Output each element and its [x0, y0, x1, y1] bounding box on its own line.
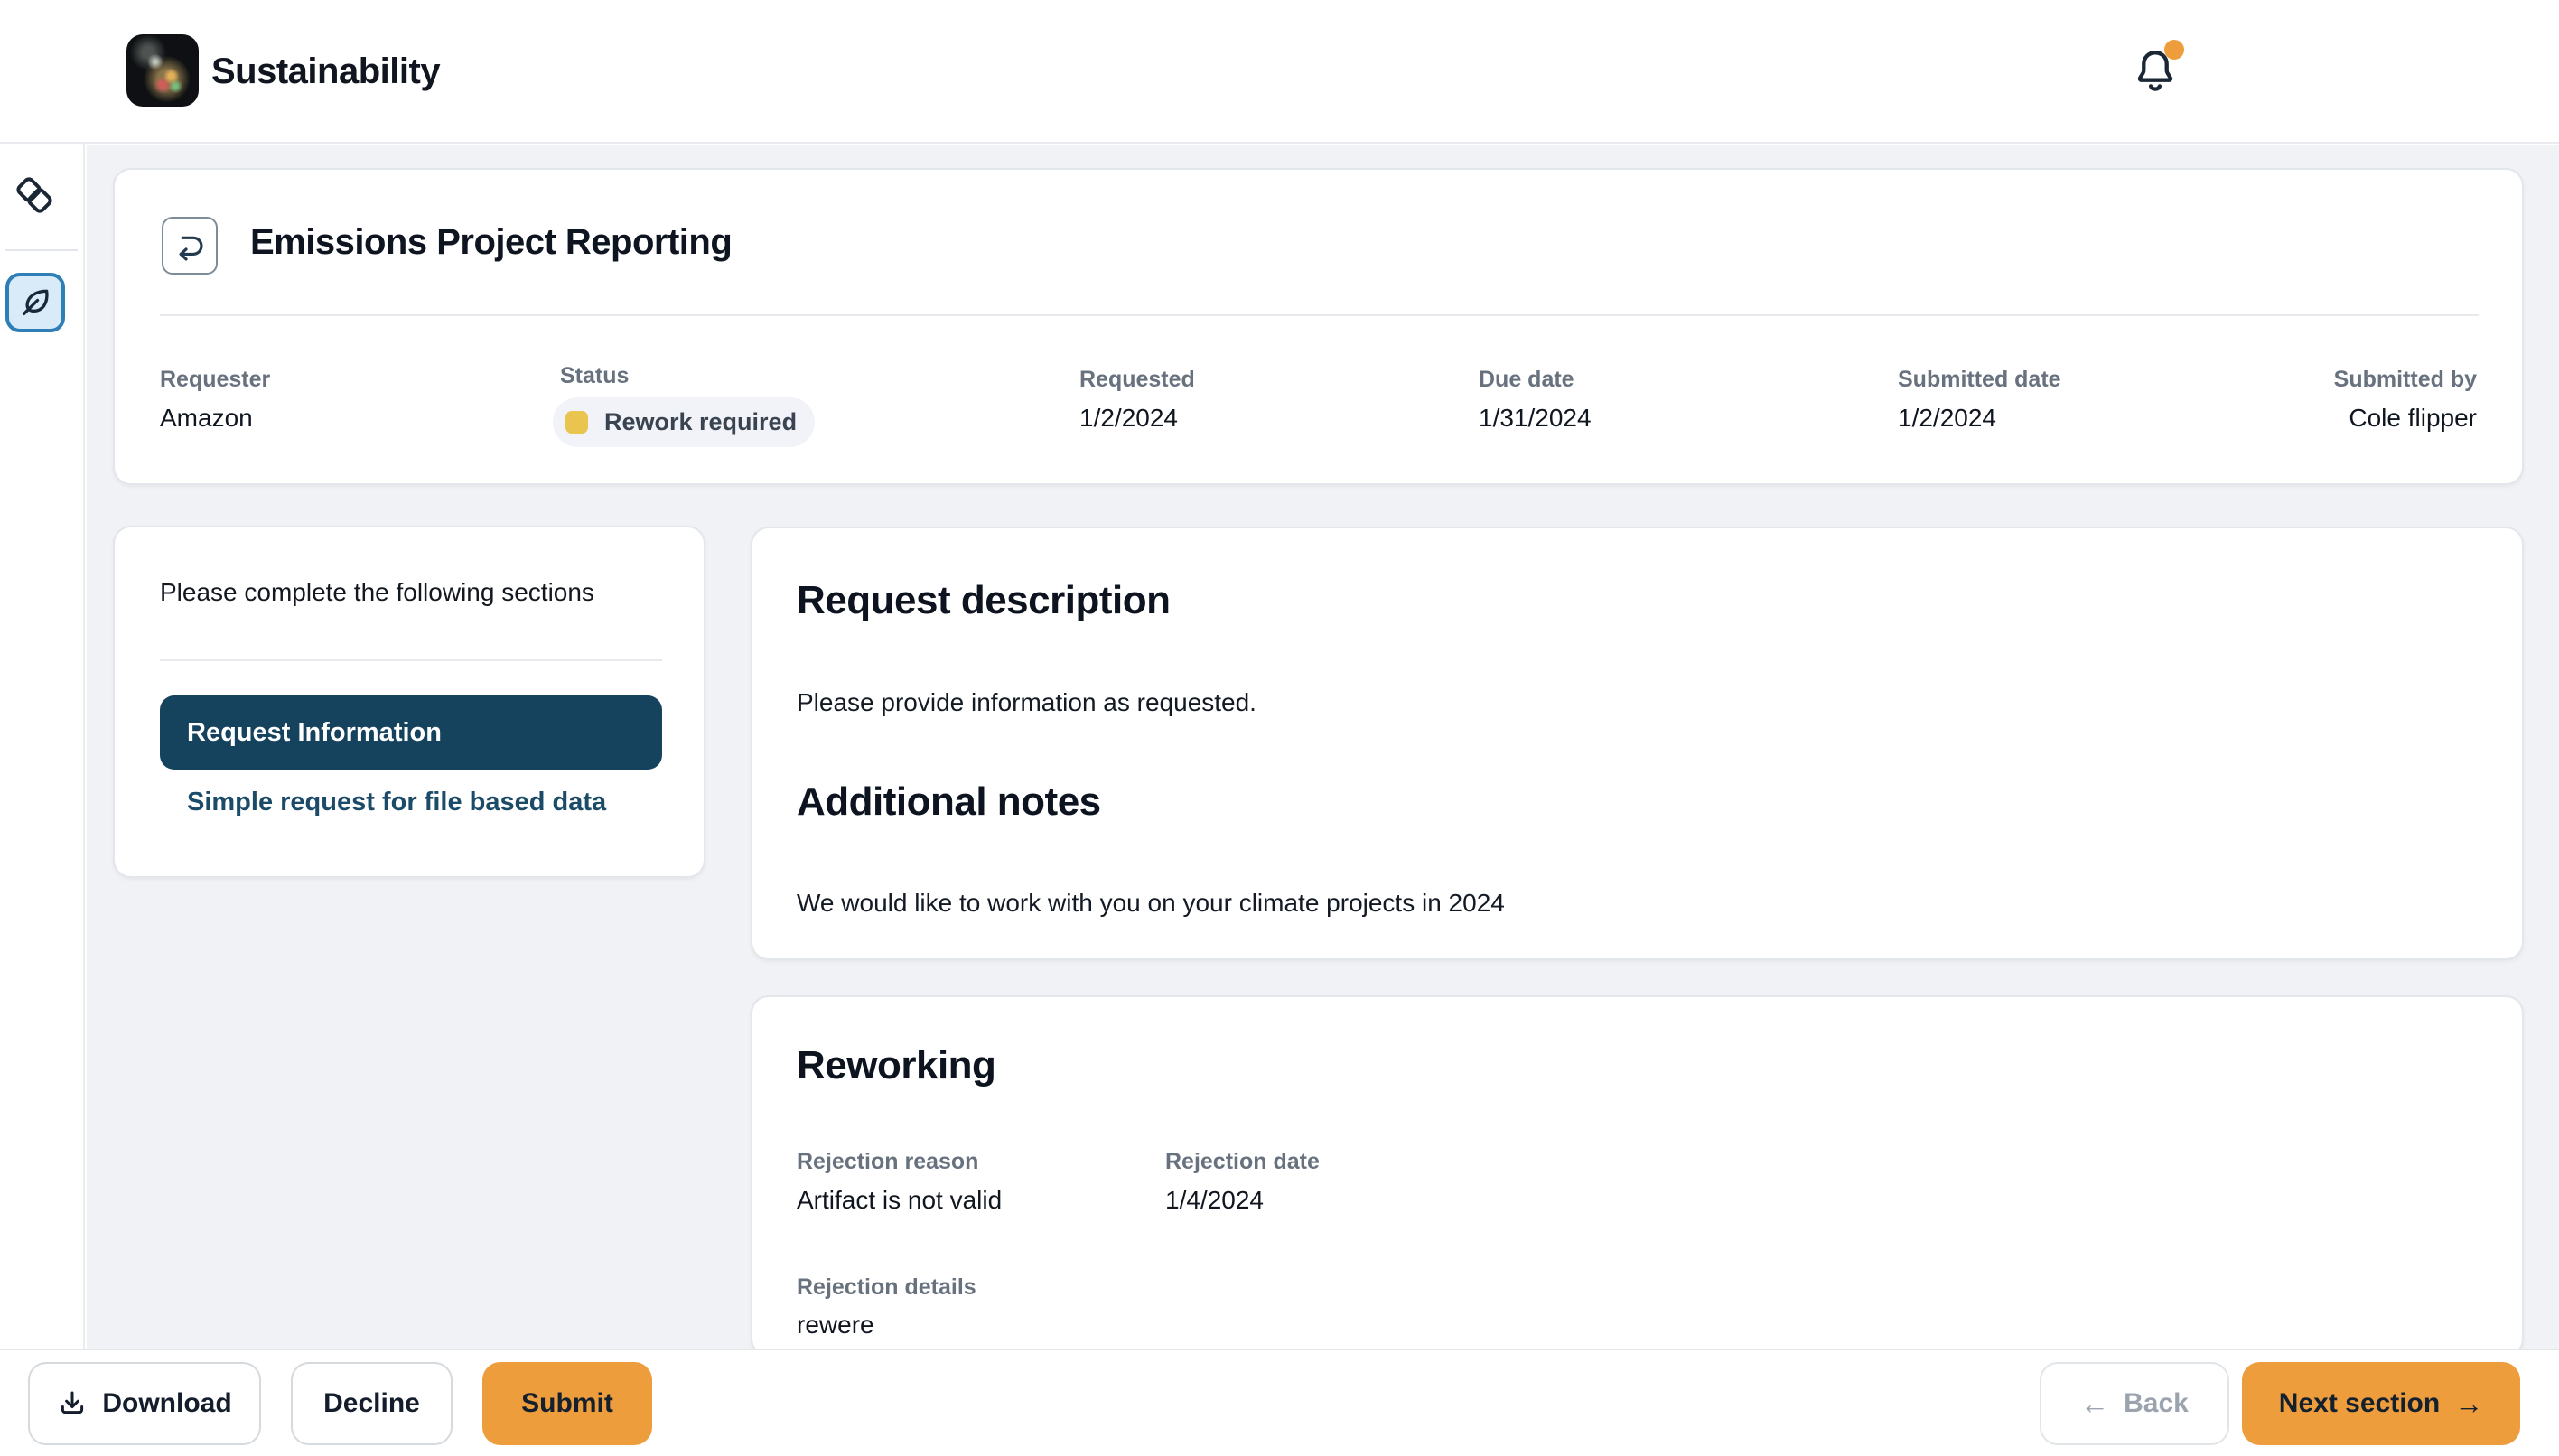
decline-button-label: Decline	[323, 1388, 420, 1419]
field-label: Rejection date	[1165, 1147, 1320, 1176]
request-description-body: Please provide information as requested.	[797, 688, 1256, 717]
back-button[interactable]: ← Back	[2040, 1362, 2229, 1445]
field-value: Artifact is not valid	[797, 1185, 1002, 1216]
download-button-label: Download	[102, 1388, 231, 1419]
submit-button[interactable]: Submit	[482, 1362, 652, 1445]
download-button[interactable]: Download	[28, 1362, 261, 1445]
field-label: Rejection reason	[797, 1147, 1002, 1176]
page-title: Emissions Project Reporting	[250, 222, 732, 263]
field-value: 1/2/2024	[1898, 403, 2061, 434]
interlocked-blocks-icon	[13, 173, 56, 217]
field-label: Requester	[160, 365, 270, 394]
field-value: 1/2/2024	[1079, 403, 1195, 434]
field-rejection-date: Rejection date 1/4/2024	[1165, 1147, 1320, 1216]
sidebar-item-sustainability-selected[interactable]	[5, 273, 65, 332]
field-requested: Requested 1/2/2024	[1079, 365, 1195, 434]
rejection-details-label: Rejection details	[797, 1273, 976, 1302]
field-label: Submitted by	[2334, 365, 2477, 394]
app-title: Sustainability	[211, 0, 440, 144]
field-value: Cole flipper	[2334, 403, 2477, 434]
field-requester: Requester Amazon	[160, 365, 270, 434]
sections-intro-text: Please complete the following sections	[160, 578, 594, 607]
status-severity-swatch	[565, 411, 588, 434]
notifications-bell-button[interactable]	[2132, 43, 2182, 99]
status-badge: Rework required	[553, 397, 815, 447]
request-description-heading: Request description	[797, 578, 1170, 623]
return-arrow-icon	[170, 226, 210, 266]
return-button[interactable]	[162, 217, 218, 275]
status-badge-label: Rework required	[604, 408, 797, 436]
additional-notes-body: We would like to work with you on your c…	[797, 889, 1505, 918]
sidebar-divider	[5, 249, 78, 251]
sidebar	[0, 0, 85, 1349]
field-value: 1/31/2024	[1479, 403, 1592, 434]
field-submitted-by: Submitted by Cole flipper	[2334, 365, 2477, 434]
arrow-left-icon: ←	[2080, 1389, 2109, 1418]
top-header: Sustainability	[0, 0, 2559, 144]
footer-left-actions: Download Decline Submit	[28, 1362, 652, 1445]
field-label: Requested	[1079, 365, 1195, 394]
field-due-date: Due date 1/31/2024	[1479, 365, 1592, 434]
app-logo-fireworks[interactable]	[126, 34, 199, 107]
action-footer: Download Decline Submit ← Back Next sect…	[0, 1349, 2559, 1456]
rejection-details-value: rewere	[797, 1311, 874, 1339]
download-icon	[57, 1388, 88, 1419]
section-nav-request-information[interactable]: Request Information	[160, 695, 662, 770]
next-section-button[interactable]: Next section →	[2242, 1362, 2520, 1445]
title-divider	[160, 314, 2479, 316]
field-value: Amazon	[160, 403, 270, 434]
leaf-icon	[17, 285, 53, 321]
request-description-card: Request description Please provide infor…	[751, 527, 2524, 960]
field-label: Due date	[1479, 365, 1592, 394]
additional-notes-heading: Additional notes	[797, 779, 1101, 825]
section-nav-simple-request-link[interactable]: Simple request for file based data	[187, 788, 606, 817]
submit-button-label: Submit	[521, 1388, 613, 1419]
field-value: 1/4/2024	[1165, 1185, 1320, 1216]
back-button-label: Back	[2124, 1388, 2189, 1419]
project-summary-card: Emissions Project Reporting Requester Am…	[113, 168, 2524, 485]
next-section-button-label: Next section	[2279, 1388, 2440, 1419]
field-rejection-reason: Rejection reason Artifact is not valid	[797, 1147, 1002, 1216]
decline-button[interactable]: Decline	[291, 1362, 453, 1445]
reworking-heading: Reworking	[797, 1043, 995, 1088]
sections-divider	[160, 659, 662, 661]
field-status: Status Rework required	[560, 361, 815, 447]
app-window: Sustainability	[0, 0, 2559, 1456]
unread-notification-dot	[2164, 40, 2184, 60]
field-label: Submitted date	[1898, 365, 2061, 394]
sidebar-item-exchange[interactable]	[13, 173, 56, 217]
field-submitted-date: Submitted date 1/2/2024	[1898, 365, 2061, 434]
arrow-right-icon: →	[2454, 1389, 2483, 1418]
field-label: Status	[560, 361, 815, 390]
sections-panel: Please complete the following sections R…	[113, 526, 705, 878]
footer-right-actions: ← Back Next section →	[2040, 1362, 2520, 1445]
reworking-card: Reworking Rejection reason Artifact is n…	[751, 995, 2524, 1357]
